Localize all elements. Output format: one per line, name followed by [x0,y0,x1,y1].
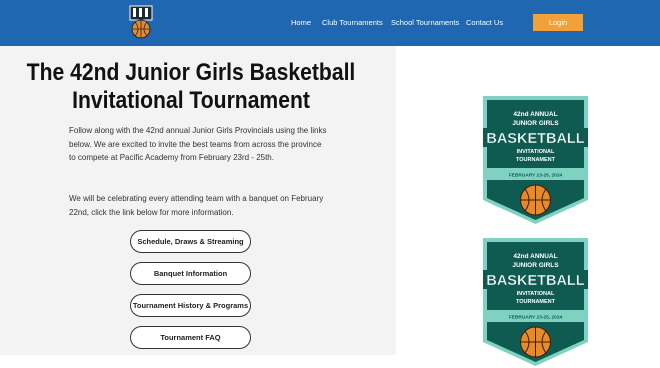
badge-line-4: INVITATIONAL [517,149,555,155]
banquet-paragraph: We will be celebrating every attending t… [69,194,324,217]
page-title-line-2: Invitational Tournament [72,87,310,114]
tournament-faq-button[interactable]: Tournament FAQ [130,326,251,349]
badge-line-3: BASKETBALL [486,131,584,147]
badge-dates: FEBRUARY 23-25, 2024 [509,315,563,321]
banquet-information-button[interactable]: Banquet Information [130,262,251,285]
badge-line-1: 42nd ANNUAL [513,253,557,260]
site-header: Home Club Tournaments School Tournaments… [0,0,660,46]
site-logo[interactable] [129,5,153,39]
badge-line-5: TOURNAMENT [516,299,556,305]
badge-line-2: JUNIOR GIRLS [512,120,559,127]
nav-school-tournaments[interactable]: School Tournaments [391,18,459,27]
badge-line-3: BASKETBALL [486,273,584,289]
badge-line-4: INVITATIONAL [517,291,555,297]
badge-dates: FEBRUARY 23-25, 2024 [509,173,563,179]
login-button[interactable]: Login [533,14,583,31]
nav-home[interactable]: Home [291,18,311,27]
intro-paragraph: Follow along with the 42nd annual Junior… [69,126,327,162]
badge-line-1: 42nd ANNUAL [513,111,557,118]
badge-line-5: TOURNAMENT [516,157,556,163]
page-title-line-1: The 42nd Junior Girls Basketball [26,59,356,86]
schedule-draws-streaming-button[interactable]: Schedule, Draws & Streaming [130,230,251,253]
nav-contact-us[interactable]: Contact Us [466,18,503,27]
tournament-badge: 42nd ANNUAL JUNIOR GIRLS BASKETBALL INVI… [483,238,588,366]
badge-line-2: JUNIOR GIRLS [512,262,559,269]
tournament-history-programs-button[interactable]: Tournament History & Programs [130,294,251,317]
tournament-badge: 42nd ANNUAL JUNIOR GIRLS BASKETBALL INVI… [483,96,588,224]
nav-club-tournaments[interactable]: Club Tournaments [322,18,383,27]
